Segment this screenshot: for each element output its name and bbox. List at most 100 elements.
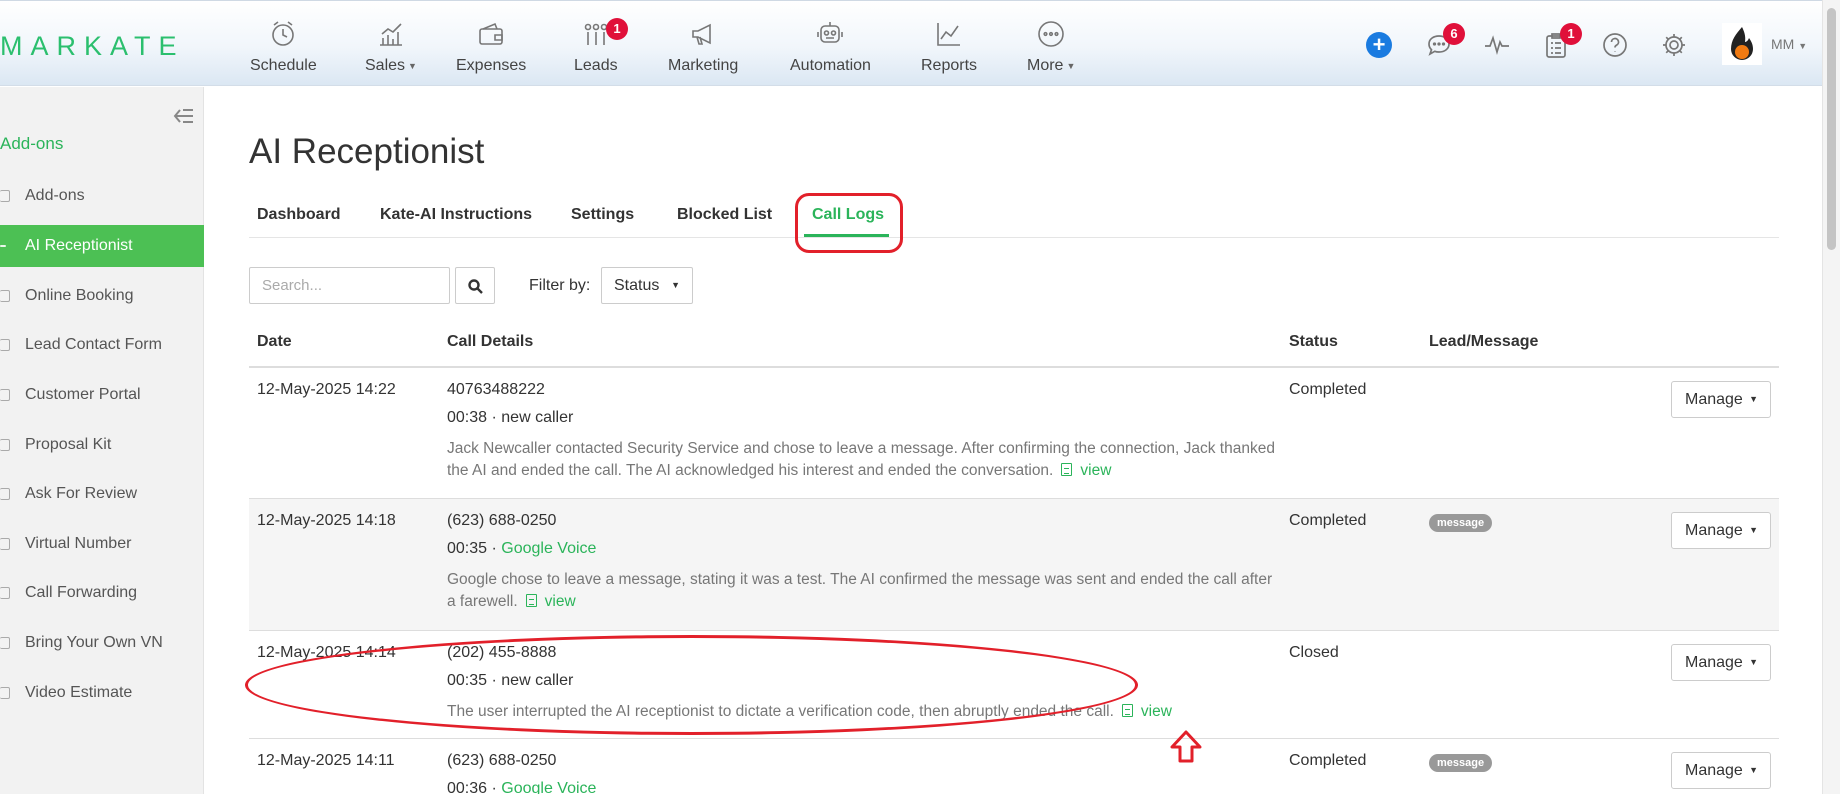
nav-schedule[interactable]: Schedule [250,19,317,75]
manage-label: Manage [1685,391,1743,408]
column-header-status[interactable]: Status [1289,333,1338,351]
caller-type[interactable]: Google Voice [501,540,596,557]
nav-marketing-label: Marketing [668,57,739,74]
avatar[interactable] [1722,23,1762,65]
chevron-down-icon: ▼ [408,60,417,71]
call-date: 12-May-2025 14:11 [257,752,395,769]
manage-button[interactable]: Manage ▼ [1671,381,1771,418]
document-icon [1061,463,1073,476]
view-link-label: view [1080,462,1112,479]
sim-icon [0,637,10,649]
sidebar-heading: Add-ons [0,134,64,153]
call-duration: 00:35 [447,540,488,557]
markate-logo[interactable]: MARKATE [0,31,185,62]
document-icon [0,439,10,451]
message-badge[interactable]: message [1429,754,1493,772]
nav-sales[interactable]: Sales ▼ [365,19,417,75]
nav-automation[interactable]: Automation [790,19,871,75]
sidebar-item-virtual-number[interactable]: Virtual Number [0,523,204,565]
sidebar-item-add-ons[interactable]: Add-ons [0,175,204,217]
table-row: 12-May-2025 14:14 (202) 455-8888 00:35 ·… [249,631,1779,739]
sidebar-item-video-estimate[interactable]: Video Estimate [0,672,204,714]
call-logs-table: Date Call Details Status Lead/Message 12… [249,322,1779,794]
sidebar-item-label: Bring Your Own VN [25,634,163,651]
call-duration: 00:35 [447,672,488,689]
monitor-icon [0,389,10,401]
sidebar-item-label: Customer Portal [25,386,141,403]
search-icon [468,279,483,294]
column-header-date[interactable]: Date [257,333,292,351]
call-status: Completed [1289,752,1367,769]
form-icon [0,339,10,351]
nav-expenses[interactable]: Expenses [456,19,526,75]
chevron-down-icon: ▼ [1066,60,1076,71]
sidebar-item-customer-portal[interactable]: Customer Portal [0,374,204,416]
message-badge[interactable]: message [1429,514,1493,532]
sidebar-item-bring-your-own-vn[interactable]: Bring Your Own VN [0,622,204,664]
leads-notification-badge: 1 [606,18,628,40]
tab-call-logs[interactable]: Call Logs [812,206,884,224]
collapse-sidebar-icon[interactable] [172,105,196,127]
forward-icon [0,587,10,599]
nav-sales-label: Sales [365,57,406,74]
manage-button[interactable]: Manage ▼ [1671,752,1771,789]
view-transcript-link[interactable]: view [1121,703,1172,720]
call-duration: 00:36 [447,780,488,794]
column-header-lead-message[interactable]: Lead/Message [1429,333,1538,351]
headset-icon [0,245,6,247]
nav-reports-label: Reports [921,57,978,74]
sidebar-item-ask-for-review[interactable]: Ask For Review [0,473,204,515]
page-scrollbar[interactable] [1822,0,1840,794]
caller-type[interactable]: Google Voice [501,780,596,794]
add-new-button[interactable]: + [1366,32,1392,58]
help-icon [1603,33,1627,57]
sidebar-item-online-booking[interactable]: Online Booking [0,275,204,317]
manage-button[interactable]: Manage ▼ [1671,512,1771,549]
up-arrow-icon [1170,730,1202,763]
reports-chart-icon [921,19,977,51]
tab-settings[interactable]: Settings [571,206,634,224]
caller-number: 40763488222 [447,381,545,398]
filter-label: Filter by: [529,277,591,294]
nav-more[interactable]: More ▼ [1027,19,1075,75]
nav-marketing[interactable]: Marketing [668,19,738,75]
view-transcript-link[interactable]: view [525,593,576,610]
sidebar-item-call-forwarding[interactable]: Call Forwarding [0,572,204,614]
chevron-down-icon: ▼ [1749,765,1758,775]
help-button[interactable] [1601,31,1629,59]
call-date: 12-May-2025 14:22 [257,381,396,398]
column-header-call-details[interactable]: Call Details [447,333,533,351]
sidebar-item-label: Call Forwarding [25,584,138,601]
activity-button[interactable] [1483,31,1511,59]
table-row: 12-May-2025 14:22 40763488222 00:38 · ne… [249,368,1779,499]
sidebar-item-lead-contact-form[interactable]: Lead Contact Form [0,324,204,366]
table-row: 12-May-2025 14:11 (623) 688-0250 00:36 ·… [249,739,1779,794]
sidebar-item-ai-receptionist[interactable]: AI Receptionist [0,225,204,267]
tab-kate-ai-instructions[interactable]: Kate-AI Instructions [380,206,532,224]
scrollbar-thumb[interactable] [1827,8,1836,250]
search-button[interactable] [455,267,495,304]
sales-chart-icon [365,19,417,51]
manage-button[interactable]: Manage ▼ [1671,644,1771,681]
status-filter-select[interactable]: Status ▼ [601,267,693,304]
nav-more-label: More [1027,57,1064,74]
nav-reports[interactable]: Reports [921,19,977,75]
sidebar-item-label: Lead Contact Form [25,336,162,353]
user-menu[interactable]: MM ▼ [1771,36,1807,52]
search-input[interactable] [249,267,450,304]
tab-blocked-list[interactable]: Blocked List [677,206,772,224]
settings-button[interactable] [1660,31,1688,59]
document-icon [1121,704,1133,717]
view-transcript-link[interactable]: view [1061,462,1111,479]
wallet-icon [456,19,526,51]
active-tab-indicator [804,234,889,237]
sidebar-item-label: Add-ons [25,187,85,204]
chevron-down-icon: ▼ [1749,525,1758,535]
sidebar-item-proposal-kit[interactable]: Proposal Kit [0,424,204,466]
tab-dashboard[interactable]: Dashboard [257,206,341,224]
robot-icon [790,19,871,51]
call-date: 12-May-2025 14:18 [257,512,396,529]
user-initials: MM [1771,36,1795,52]
more-dots-icon [1027,19,1075,51]
call-status: Completed [1289,381,1367,398]
